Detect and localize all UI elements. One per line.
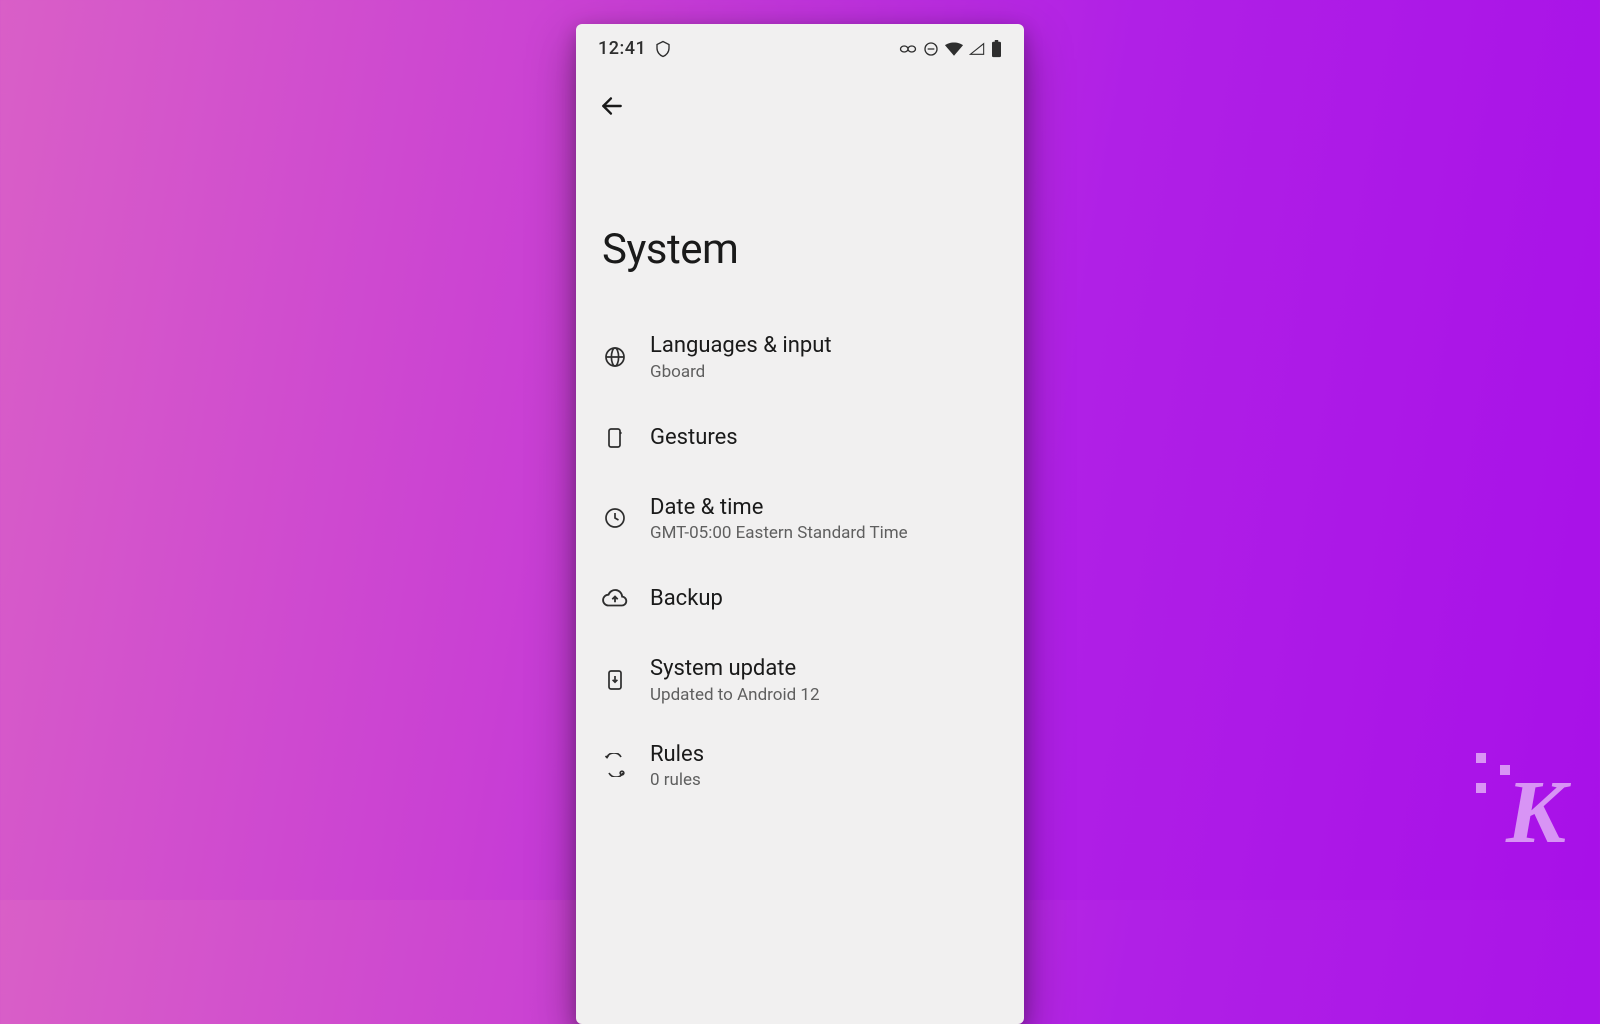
gesture-phone-icon (602, 425, 628, 451)
settings-list: Languages & input Gboard Gestures (576, 314, 1024, 808)
watermark: K (1506, 761, 1560, 864)
status-bar: 12:41 (576, 24, 1024, 65)
dnd-icon (923, 41, 939, 57)
list-item-sublabel: GMT-05:00 Eastern Standard Time (650, 523, 908, 543)
status-left: 12:41 (598, 38, 672, 59)
rules-icon (602, 752, 628, 778)
list-item-label: Languages & input (650, 332, 832, 360)
list-item-sublabel: Updated to Android 12 (650, 685, 820, 705)
status-time: 12:41 (598, 38, 646, 59)
list-item-label: Gestures (650, 424, 738, 452)
list-item-system-update[interactable]: System update Updated to Android 12 (576, 637, 1024, 723)
list-item-label: System update (650, 655, 820, 683)
phone-frame: 12:41 (576, 24, 1024, 1024)
page-title: System (576, 135, 1024, 314)
stage: 12:41 (0, 0, 1600, 900)
arrow-left-icon (599, 93, 625, 122)
clock-icon (602, 505, 628, 531)
system-update-icon (602, 667, 628, 693)
list-item-label: Date & time (650, 494, 908, 522)
shield-icon (654, 40, 672, 58)
cloud-upload-icon (602, 586, 628, 612)
list-item-rules[interactable]: Rules 0 rules (576, 723, 1024, 809)
list-item-languages-input[interactable]: Languages & input Gboard (576, 314, 1024, 400)
list-item-label: Rules (650, 741, 704, 769)
app-bar (576, 65, 1024, 135)
watermark-letter: K (1506, 763, 1560, 862)
signal-icon (969, 42, 985, 56)
wifi-icon (945, 42, 963, 56)
battery-icon (991, 40, 1002, 58)
back-button[interactable] (592, 87, 632, 127)
list-item-label: Backup (650, 585, 723, 613)
list-item-sublabel: 0 rules (650, 770, 704, 790)
list-item-backup[interactable]: Backup (576, 561, 1024, 637)
link-icon (899, 44, 917, 54)
list-item-date-time[interactable]: Date & time GMT-05:00 Eastern Standard T… (576, 476, 1024, 562)
list-item-gestures[interactable]: Gestures (576, 400, 1024, 476)
status-right (899, 40, 1002, 58)
globe-icon (602, 344, 628, 370)
list-item-sublabel: Gboard (650, 362, 832, 382)
